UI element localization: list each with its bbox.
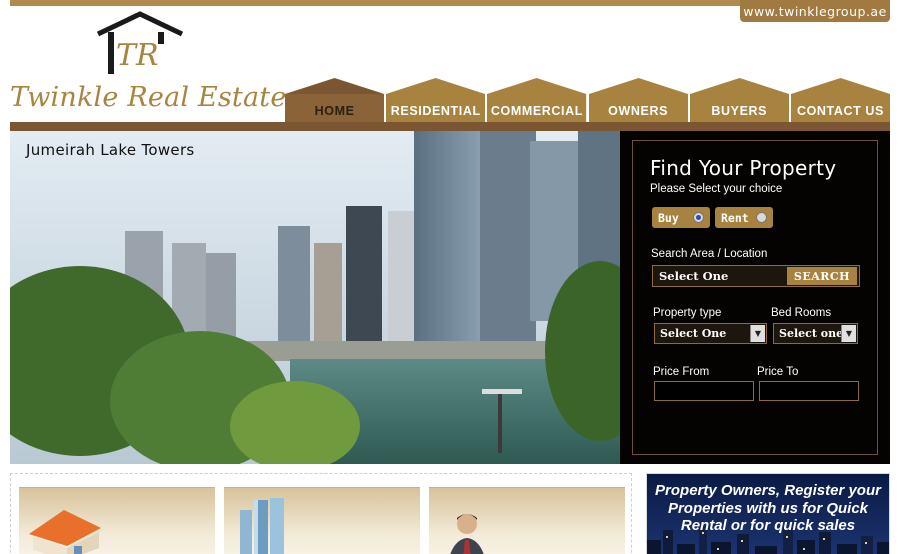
office-towers-icon bbox=[240, 498, 284, 554]
owners-register-banner[interactable]: Property Owners, Register your Propertie… bbox=[646, 473, 890, 554]
site-url-tab[interactable]: www.twinklegroup.ae bbox=[740, 0, 890, 22]
rent-radio-icon[interactable] bbox=[756, 212, 767, 223]
bedrooms-value: Select one bbox=[779, 327, 844, 340]
nav-owners-label: OWNERS bbox=[608, 104, 669, 118]
rent-radio-option[interactable]: Rent bbox=[715, 207, 773, 228]
property-type-select[interactable]: Select One ▼ bbox=[654, 323, 767, 344]
businessman-icon bbox=[450, 514, 484, 554]
property-type-label: Property type bbox=[653, 307, 722, 319]
bedrooms-label: Bed Rooms bbox=[771, 307, 832, 319]
property-type-value: Select One bbox=[660, 327, 727, 340]
nav-contact-us-label: CONTACT US bbox=[796, 104, 884, 118]
price-to-input[interactable] bbox=[759, 381, 859, 401]
residential-card[interactable] bbox=[19, 487, 215, 554]
owners-text-line-3: Rental or for quick sales bbox=[680, 517, 856, 534]
location-select[interactable]: Select One SEARCH bbox=[652, 265, 860, 287]
chevron-down-icon[interactable]: ▼ bbox=[841, 325, 856, 342]
house-roof-icon bbox=[96, 11, 184, 74]
house-icon bbox=[29, 510, 101, 554]
price-from-label: Price From bbox=[653, 366, 710, 378]
hero-cityscape-image bbox=[10, 131, 620, 464]
nav-buyers[interactable]: BUYERS bbox=[689, 78, 789, 122]
rent-label: Rent bbox=[721, 210, 749, 225]
find-property-panel: Find Your Property Please Select your ch… bbox=[620, 131, 890, 464]
owners-text-line-2: Properties with us for Quick bbox=[667, 499, 869, 517]
price-to-label: Price To bbox=[757, 366, 799, 378]
main-nav: HOME RESIDENTIAL COMMERCIAL OWNERS BUYER… bbox=[285, 78, 891, 122]
logo-monogram: TR bbox=[116, 38, 159, 73]
find-property-title: Find Your Property bbox=[650, 156, 837, 180]
nav-commercial-label: COMMERCIAL bbox=[490, 104, 583, 118]
buy-radio-option[interactable]: Buy bbox=[652, 207, 710, 228]
hero-caption: Jumeirah Lake Towers bbox=[26, 141, 195, 159]
nav-commercial[interactable]: COMMERCIAL bbox=[487, 78, 587, 122]
logo-text: Twinkle Real Estate bbox=[10, 82, 287, 113]
owners-register-text: Property Owners, Register your Propertie… bbox=[647, 482, 889, 535]
nav-buyers-label: BUYERS bbox=[711, 104, 768, 118]
location-label: Search Area / Location bbox=[651, 248, 768, 260]
hero-banner: Jumeirah Lake Towers bbox=[10, 131, 620, 464]
logo[interactable]: TR Twinkle Real Estate bbox=[8, 10, 286, 118]
owners-card[interactable] bbox=[429, 487, 625, 554]
price-from-input[interactable] bbox=[654, 381, 754, 401]
nav-owners[interactable]: OWNERS bbox=[588, 78, 688, 122]
nav-home[interactable]: HOME bbox=[285, 78, 385, 122]
search-button[interactable]: SEARCH bbox=[787, 267, 857, 285]
buy-label: Buy bbox=[658, 210, 679, 225]
find-property-subtitle: Please Select your choice bbox=[650, 183, 783, 195]
nav-home-label: HOME bbox=[314, 104, 355, 118]
nav-contact-us[interactable]: CONTACT US bbox=[790, 78, 891, 122]
header-divider-bar bbox=[10, 122, 890, 131]
bedrooms-select[interactable]: Select one ▼ bbox=[773, 323, 858, 344]
nav-residential[interactable]: RESIDENTIAL bbox=[386, 78, 486, 122]
chevron-down-icon[interactable]: ▼ bbox=[750, 325, 765, 342]
owners-text-line-1: Property Owners, Register your bbox=[655, 482, 881, 499]
nav-residential-label: RESIDENTIAL bbox=[390, 104, 481, 118]
commercial-card[interactable] bbox=[224, 487, 420, 554]
buy-radio-icon[interactable] bbox=[693, 212, 704, 223]
page: www.twinklegroup.ae TR Twinkle Real Esta… bbox=[0, 0, 900, 554]
location-value: Select One bbox=[659, 269, 729, 283]
